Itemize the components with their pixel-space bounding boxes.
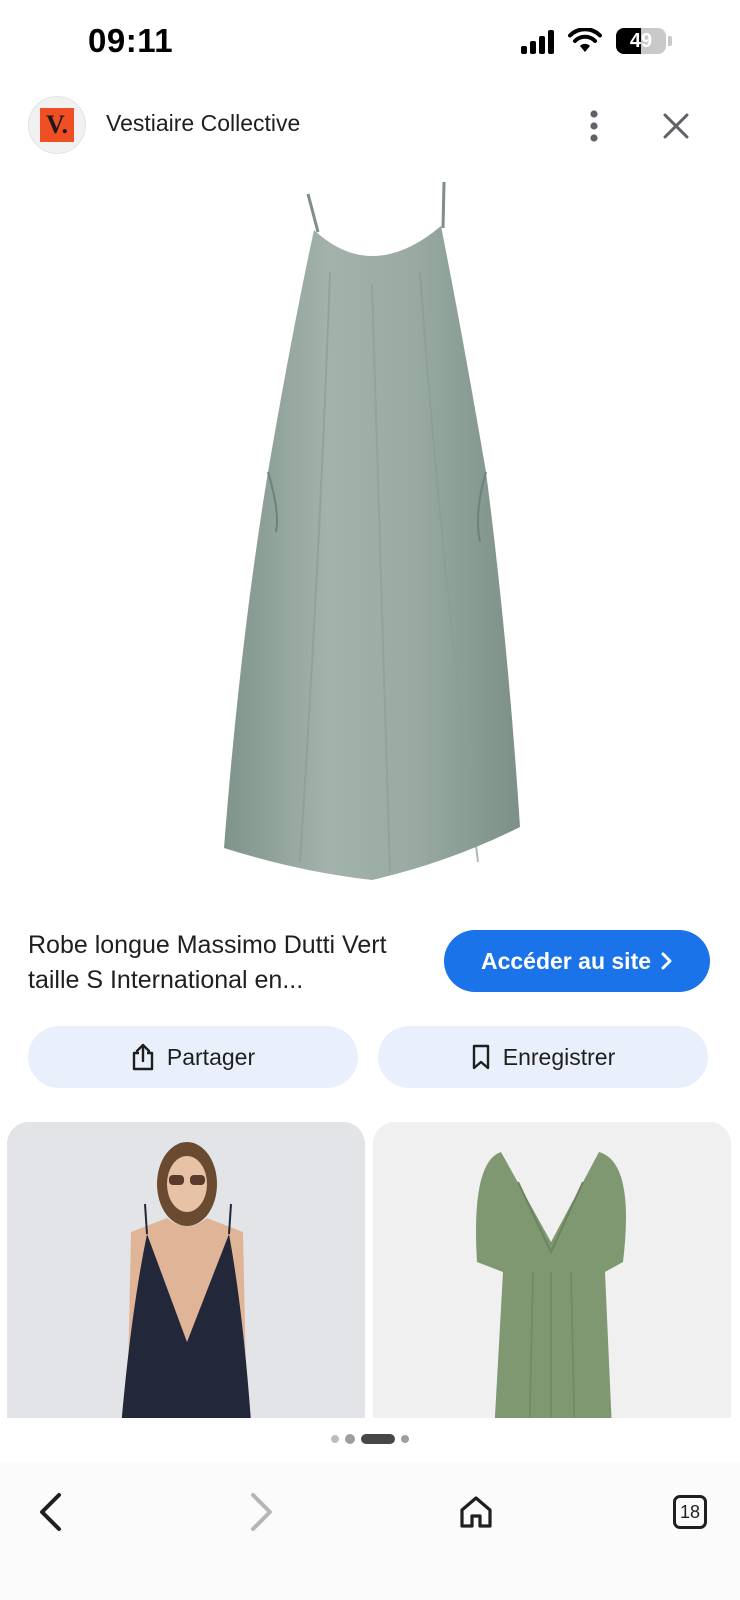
- main-product-image[interactable]: [0, 172, 740, 892]
- more-vert-icon: [590, 110, 598, 142]
- pager-dot: [331, 1435, 339, 1443]
- pager-dot: [401, 1435, 409, 1443]
- model-navy-dress-image: [7, 1122, 365, 1418]
- related-image-card[interactable]: [7, 1122, 365, 1418]
- more-options-button[interactable]: [572, 102, 616, 150]
- forward-button[interactable]: [230, 1480, 294, 1544]
- bottom-navigation: 18: [0, 1462, 740, 1600]
- site-logo-mark: V.: [40, 108, 74, 142]
- result-header: V. Vestiaire Collective: [0, 94, 740, 158]
- home-icon: [460, 1496, 492, 1528]
- home-button[interactable]: [444, 1480, 508, 1544]
- share-icon: [132, 1043, 154, 1071]
- tabs-button[interactable]: 18: [658, 1480, 722, 1544]
- close-icon: [663, 113, 689, 139]
- share-label: Partager: [166, 1043, 256, 1070]
- save-label: Enregistrer: [502, 1043, 616, 1070]
- signal-icon: [521, 28, 554, 54]
- pager-dot: [345, 1434, 355, 1444]
- image-pager: [0, 1432, 740, 1446]
- site-logo[interactable]: V.: [28, 96, 86, 154]
- battery-level: 49: [629, 29, 653, 52]
- wifi-icon: [568, 28, 602, 52]
- status-bar: 09:11 49: [0, 0, 740, 88]
- tab-count: 18: [679, 1501, 701, 1522]
- status-icons: 49: [521, 28, 672, 54]
- battery-icon: 49: [616, 28, 672, 54]
- google-lens-image-viewer: 09:11 49 V. Vestiaire Collective Robe lo…: [0, 0, 740, 1600]
- chevron-right-icon: [661, 952, 672, 970]
- visit-site-button[interactable]: Accéder au site: [444, 930, 710, 992]
- status-time: 09:11: [88, 22, 174, 59]
- bookmark-icon: [472, 1044, 489, 1070]
- close-button[interactable]: [652, 102, 700, 150]
- back-arrow-icon: [40, 1493, 61, 1531]
- dress-image: [224, 181, 520, 880]
- tabs-icon: 18: [673, 1495, 707, 1529]
- product-title[interactable]: Robe longue Massimo Dutti Vert taille S …: [28, 928, 408, 998]
- share-button[interactable]: Partager: [28, 1026, 358, 1088]
- back-button[interactable]: [18, 1480, 82, 1544]
- related-image-card[interactable]: [373, 1122, 731, 1418]
- site-name[interactable]: Vestiaire Collective: [106, 110, 300, 137]
- pager-dot-active: [361, 1434, 395, 1444]
- green-vneck-dress-image: [373, 1122, 731, 1418]
- forward-arrow-icon: [251, 1493, 272, 1531]
- visit-site-label: Accéder au site: [480, 947, 652, 974]
- save-button[interactable]: Enregistrer: [378, 1026, 708, 1088]
- related-images: [0, 1122, 740, 1418]
